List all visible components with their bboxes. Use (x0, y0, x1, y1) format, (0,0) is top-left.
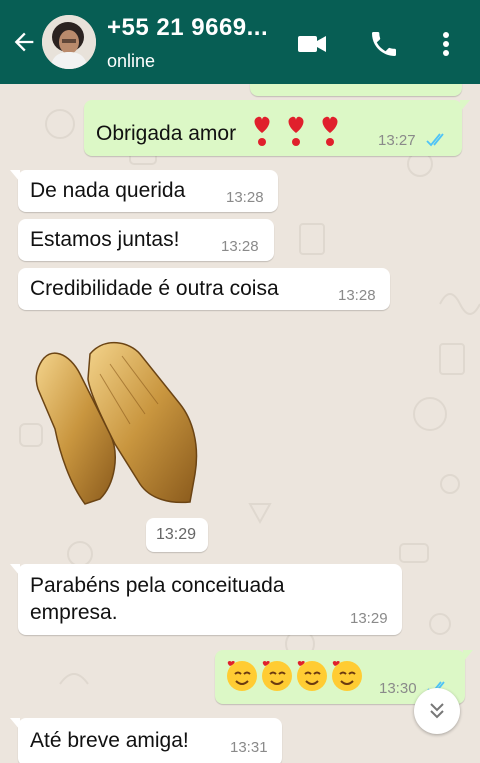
chat-area[interactable]: Obrigada amor 13:27 De nada querida 13:2… (0, 84, 480, 763)
arrow-left-icon[interactable] (10, 28, 38, 56)
read-receipt-icon (426, 133, 444, 147)
message-time: 13:29 (350, 610, 388, 627)
chat-header: +55 21 9669... online (0, 0, 480, 84)
message-text: De nada querida (30, 179, 186, 202)
message-text: Obrigada amor (96, 122, 237, 146)
scroll-to-bottom-button[interactable] (414, 688, 460, 734)
contact-status: online (107, 51, 156, 71)
video-camera-icon[interactable] (296, 28, 328, 60)
contact-name[interactable]: +55 21 9669... (107, 14, 268, 42)
message-text: Parabéns pela conceituada empresa. (30, 574, 285, 624)
heart-exclamation-emoji (248, 113, 344, 156)
message-time: 13:29 (156, 526, 197, 543)
partial-outgoing-bubble (250, 84, 462, 96)
double-chevron-down-icon (430, 703, 444, 719)
message-time: 13:28 (338, 287, 376, 304)
message-incoming[interactable]: Parabéns pela conceituada empresa. 13:29 (10, 564, 402, 635)
more-vertical-icon[interactable] (430, 28, 462, 60)
message-incoming[interactable]: De nada querida 13:28 (10, 170, 278, 212)
message-text: Estamos juntas! (30, 228, 180, 251)
message-time: 13:27 (378, 132, 416, 149)
clapping-hands-sticker[interactable] (30, 334, 206, 510)
message-time: 13:30 (379, 680, 417, 697)
avatar[interactable] (42, 15, 96, 69)
message-incoming[interactable]: Até breve amiga! 13:31 (10, 718, 282, 763)
smiling-face-with-hearts-emoji (225, 658, 367, 700)
sticker-time-badge: 13:29 (146, 518, 208, 552)
message-incoming[interactable]: Estamos juntas! 13:28 (18, 219, 274, 261)
message-outgoing[interactable]: Obrigada amor 13:27 (84, 100, 470, 156)
message-time: 13:31 (230, 739, 268, 756)
phone-icon[interactable] (368, 28, 400, 60)
message-time: 13:28 (221, 238, 259, 255)
message-time: 13:28 (226, 189, 264, 206)
message-incoming[interactable]: Credibilidade é outra coisa 13:28 (18, 268, 390, 310)
message-text: Até breve amiga! (30, 729, 189, 752)
message-text: Credibilidade é outra coisa (30, 277, 279, 300)
